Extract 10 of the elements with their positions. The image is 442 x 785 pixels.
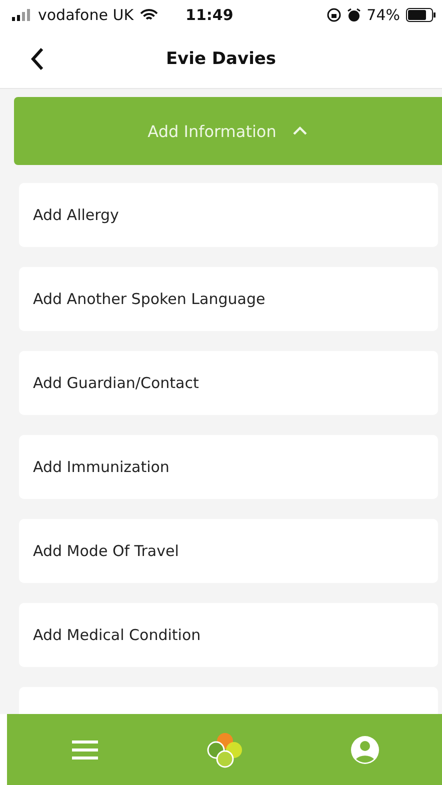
list-item[interactable]: Add Allergy <box>19 183 438 247</box>
list-item[interactable]: Add Mode Of Travel <box>19 519 438 583</box>
list-item[interactable]: Add Medical Condition <box>19 603 438 667</box>
list-item[interactable]: Add Another Spoken Language <box>19 267 438 331</box>
battery-percent: 74% <box>366 6 400 24</box>
page-title: Evie Davies <box>166 49 276 69</box>
carrier-name: vodafone UK <box>38 6 134 24</box>
clock-time: 11:49 <box>186 6 234 24</box>
list-item[interactable]: Add Immunization <box>19 435 438 499</box>
list-item[interactable]: Add Guardian/Contact <box>19 351 438 415</box>
